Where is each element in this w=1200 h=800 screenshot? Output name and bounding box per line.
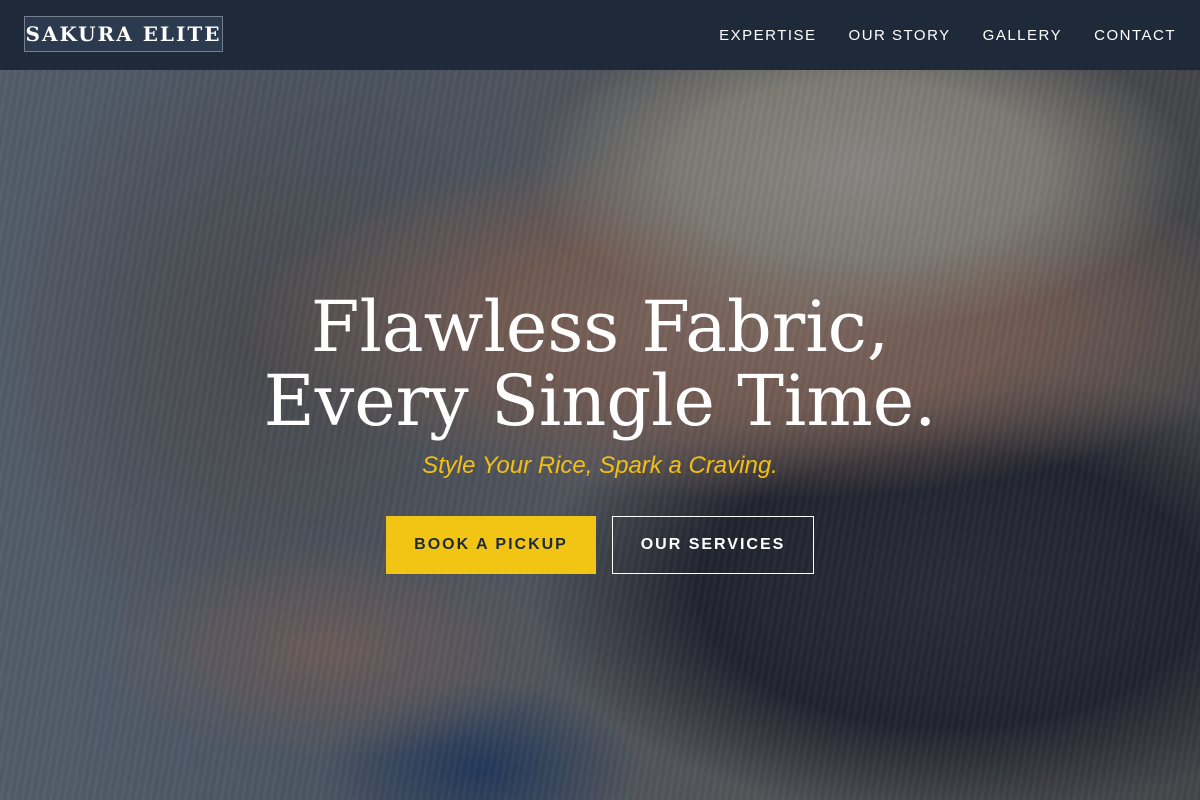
- hero-title: Flawless Fabric, Every Single Time.: [263, 286, 937, 442]
- site-logo[interactable]: SAKURA ELITE: [24, 16, 223, 52]
- nav-link-contact[interactable]: CONTACT: [1094, 27, 1176, 44]
- nav-link-expertise[interactable]: EXPERTISE: [719, 27, 816, 44]
- hero-content: Flawless Fabric, Every Single Time. Styl…: [0, 290, 1200, 574]
- our-services-button[interactable]: OUR SERVICES: [612, 516, 814, 574]
- hero-section: Flawless Fabric, Every Single Time. Styl…: [0, 70, 1200, 800]
- nav-link-our-story[interactable]: OUR STORY: [849, 27, 951, 44]
- nav-link-gallery[interactable]: GALLERY: [983, 27, 1062, 44]
- book-pickup-button[interactable]: BOOK A PICKUP: [386, 516, 596, 574]
- navbar: SAKURA ELITE EXPERTISE OUR STORY GALLERY…: [0, 0, 1200, 70]
- main-nav: EXPERTISE OUR STORY GALLERY CONTACT: [719, 0, 1176, 70]
- hero-buttons: BOOK A PICKUP OUR SERVICES: [0, 516, 1200, 574]
- hero-tagline: Style Your Rice, Spark a Craving.: [422, 452, 778, 479]
